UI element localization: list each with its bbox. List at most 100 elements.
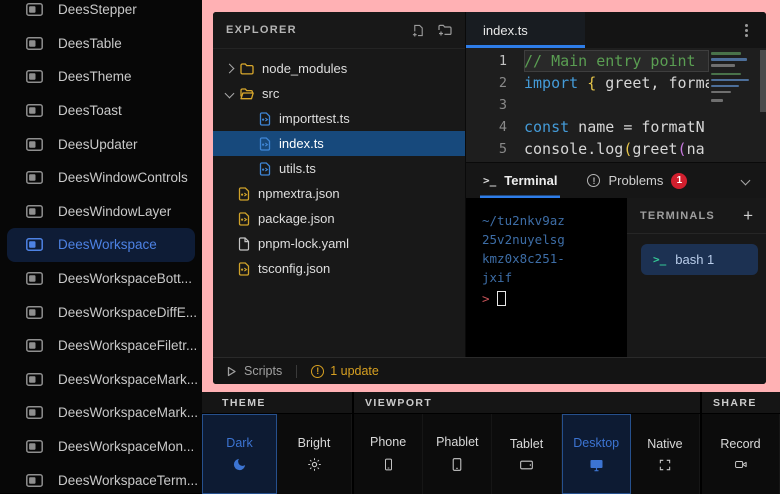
tree-item-index-ts[interactable]: index.ts xyxy=(213,131,465,156)
json-file-icon xyxy=(238,212,250,226)
terminals-panel: TERMINALS + >_ bash 1 xyxy=(626,198,766,357)
update-warning-icon: ! xyxy=(311,365,324,378)
code-text: console.log(greet(na xyxy=(524,138,709,160)
tree-item-utils-ts[interactable]: utils.ts xyxy=(213,156,465,181)
play-icon xyxy=(226,366,237,377)
sidebar-item-deestheme[interactable]: DeesTheme xyxy=(7,60,195,94)
sidebar-item-deestoast[interactable]: DeesToast xyxy=(7,94,195,128)
sidebar-item-deesworkspacemark[interactable]: DeesWorkspaceMark... xyxy=(7,396,195,430)
folder-open-icon xyxy=(240,88,254,100)
terminal-line: kmz0x8c251- xyxy=(482,249,626,268)
explorer-header: EXPLORER xyxy=(213,12,465,49)
sidebar-item-deesworkspacemark[interactable]: DeesWorkspaceMark... xyxy=(7,363,195,397)
tree-item-importtest-ts[interactable]: importtest.ts xyxy=(213,106,465,131)
sidebar-item-deestable[interactable]: DeesTable xyxy=(7,27,195,61)
workspace-statusbar: Scripts ! 1 update xyxy=(213,357,766,384)
terminal-session-label: bash 1 xyxy=(675,252,714,267)
sidebar-item-deesworkspacemon[interactable]: DeesWorkspaceMon... xyxy=(7,430,195,464)
tree-item-package-json[interactable]: package.json xyxy=(213,206,465,231)
sidebar-item-deesworkspacediffe[interactable]: DeesWorkspaceDiffE... xyxy=(7,295,195,329)
new-file-icon[interactable] xyxy=(412,24,425,37)
sun-icon xyxy=(307,457,322,472)
bright-button[interactable]: Bright xyxy=(277,414,352,494)
tree-item-label: node_modules xyxy=(262,61,347,76)
tablet-button[interactable]: Tablet xyxy=(492,414,561,494)
code-editor[interactable]: 1// Main entry point2import { greet, for… xyxy=(466,48,766,162)
minimap-line xyxy=(711,58,747,61)
sidebar-item-label: DeesWindowControls xyxy=(58,170,188,185)
terminal-session-item[interactable]: >_ bash 1 xyxy=(641,244,758,275)
terminals-title: TERMINALS xyxy=(640,210,715,222)
minimap[interactable] xyxy=(711,52,757,105)
prompt-icon: > xyxy=(482,289,490,308)
component-icon xyxy=(26,104,43,117)
new-folder-icon[interactable] xyxy=(438,24,452,37)
chevron-down-icon[interactable] xyxy=(741,176,751,186)
component-icon xyxy=(26,339,43,352)
ts-file-icon xyxy=(259,162,271,176)
component-icon xyxy=(26,3,43,16)
sidebar-item-deeswindowcontrols[interactable]: DeesWindowControls xyxy=(7,161,195,195)
editor-scrollbar[interactable] xyxy=(760,50,766,112)
workspace-demo: EXPLORER node_modulessrc importtest.ts ind… xyxy=(213,12,766,384)
phone-button[interactable]: Phone xyxy=(354,414,423,494)
tab-terminal[interactable]: >_ Terminal xyxy=(480,163,560,198)
dark-button[interactable]: Dark xyxy=(202,414,277,494)
line-number: 4 xyxy=(466,116,524,138)
sidebar-item-deesupdater[interactable]: DeesUpdater xyxy=(7,127,195,161)
minimap-line xyxy=(711,85,739,88)
add-terminal-button[interactable]: + xyxy=(743,207,753,224)
tree-item-label: npmextra.json xyxy=(258,186,340,201)
tree-item-npmextra-json[interactable]: npmextra.json xyxy=(213,181,465,206)
phone-icon xyxy=(382,456,395,473)
sidebar-item-deesworkspaceterm[interactable]: DeesWorkspaceTerm... xyxy=(7,463,195,493)
terminal-icon: >_ xyxy=(653,253,666,266)
editor-menu-icon[interactable] xyxy=(745,29,748,32)
tab-problems[interactable]: ! Problems 1 xyxy=(584,163,690,198)
sidebar-item-deesworkspacebott[interactable]: DeesWorkspaceBott... xyxy=(7,262,195,296)
tree-item-pnpm-lock-yaml[interactable]: pnpm-lock.yaml xyxy=(213,231,465,256)
code-token: na xyxy=(687,140,705,158)
desktop-button[interactable]: Desktop xyxy=(562,414,631,494)
sidebar-item-deesworkspacefiletr[interactable]: DeesWorkspaceFiletr... xyxy=(7,329,195,363)
phablet-icon xyxy=(450,456,464,473)
terminal-icon: >_ xyxy=(483,174,496,187)
terminal-line: ~/tu2nkv9az xyxy=(482,211,626,230)
component-icon xyxy=(26,373,43,386)
tab-index-ts[interactable]: index.ts xyxy=(466,12,585,48)
scripts-label: Scripts xyxy=(244,364,282,378)
sidebar-item-label: DeesTable xyxy=(58,36,122,51)
code-token: greet, formatN xyxy=(596,74,709,92)
native-icon xyxy=(658,458,672,472)
tree-item-label: package.json xyxy=(258,211,335,226)
tree-item-tsconfig-json[interactable]: tsconfig.json xyxy=(213,256,465,281)
tree-item-label: importtest.ts xyxy=(279,111,350,126)
tree-item-label: tsconfig.json xyxy=(258,261,330,276)
sidebar-item-label: DeesWorkspaceMark... xyxy=(58,405,198,420)
code-token: // Main entry point xyxy=(524,52,696,70)
minimap-line xyxy=(711,99,723,102)
component-icon xyxy=(26,205,43,218)
minimap-line xyxy=(711,64,735,67)
sidebar-item-label: DeesTheme xyxy=(58,69,132,84)
sidebar-item-label: DeesUpdater xyxy=(58,137,138,152)
tree-item-node-modules[interactable]: node_modules xyxy=(213,56,465,81)
sidebar-item-label: DeesWorkspaceBott... xyxy=(58,271,192,286)
controls-body: DarkBrightPhonePhabletTabletDesktopNativ… xyxy=(202,414,780,494)
scripts-button[interactable]: Scripts xyxy=(226,364,282,378)
sidebar-item-deesstepper[interactable]: DeesStepper xyxy=(7,0,195,27)
phablet-button[interactable]: Phablet xyxy=(423,414,492,494)
record-button[interactable]: Record xyxy=(702,414,780,494)
component-icon xyxy=(26,406,43,419)
status-divider xyxy=(296,365,297,378)
component-icon xyxy=(26,440,43,453)
sidebar-item-deesworkspace[interactable]: DeesWorkspace xyxy=(7,228,195,262)
native-button[interactable]: Native xyxy=(631,414,700,494)
line-number: 1 xyxy=(466,50,524,72)
sidebar-item-deeswindowlayer[interactable]: DeesWindowLayer xyxy=(7,195,195,229)
demo-stage: EXPLORER node_modulessrc importtest.ts ind… xyxy=(202,0,780,392)
tree-item-src[interactable]: src xyxy=(213,81,465,106)
json-file-icon xyxy=(238,187,250,201)
update-button[interactable]: ! 1 update xyxy=(311,364,379,378)
terminal-output[interactable]: ~/tu2nkv9az25v2nuyelsgkmz0x8c251-jxif> xyxy=(466,198,626,357)
